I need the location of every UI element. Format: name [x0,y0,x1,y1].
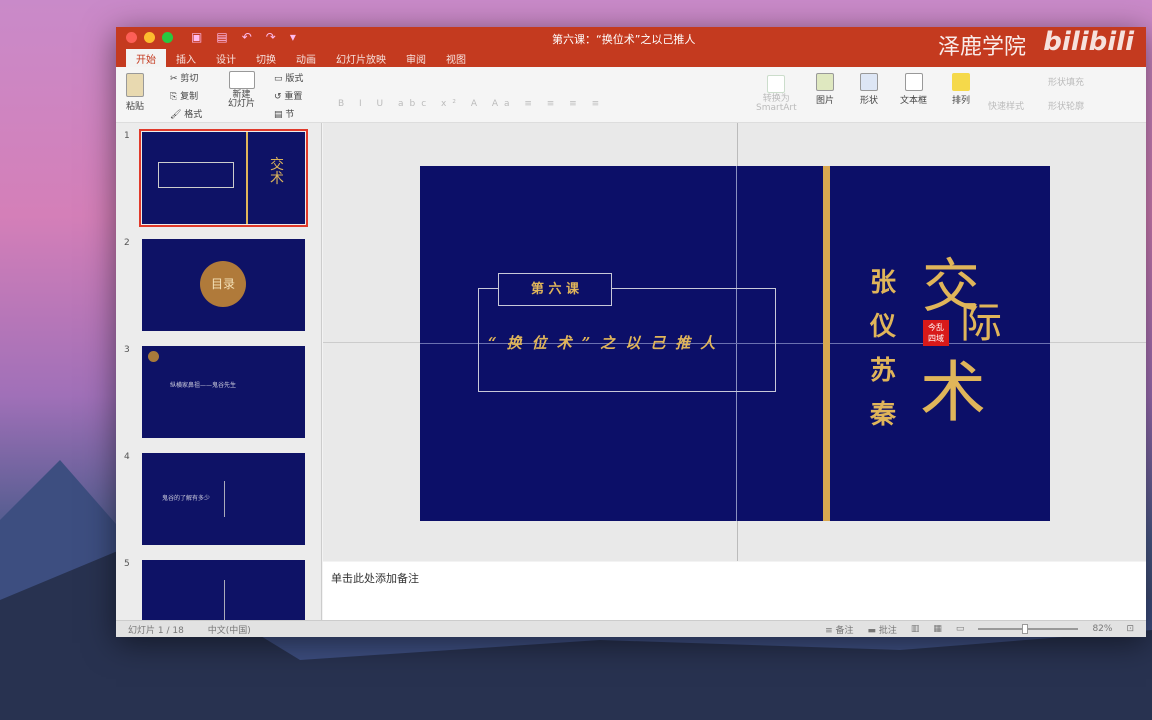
copy-button[interactable]: ⎘ 复制 [170,89,198,102]
sidebar-toggle-icon[interactable]: ▣ [191,30,202,44]
watermark-brand: 泽鹿学院 [937,35,1026,60]
comments-toggle[interactable]: ▬ 批注 [868,623,897,636]
name-char: 张 [870,268,897,298]
section-button[interactable]: ▤ 节 [274,107,294,120]
zoom-level[interactable]: 82% [1092,624,1112,634]
quick-styles-button[interactable]: 快速样式 [988,99,1024,112]
slide-number: 2 [124,238,130,248]
shape-fill-button[interactable]: 形状填充 [1048,75,1084,88]
minimize-button[interactable] [144,32,155,43]
picture-icon [816,73,834,91]
textbox-icon [904,73,923,91]
slide-thumbnails-pane[interactable]: 1 交术 2 目录 3 纵横家鼻祖——鬼谷先生 4 鬼谷的了解有多少 5 [116,123,322,620]
redo-icon[interactable]: ↷ [266,30,276,44]
slide-thumbnail-3[interactable]: 纵横家鼻祖——鬼谷先生 [142,346,305,438]
fit-window-icon[interactable]: ⊡ [1126,624,1134,634]
gold-divider [823,166,830,521]
normal-view-icon[interactable]: ▥ [911,624,920,634]
zoom-button[interactable] [162,32,173,43]
slide-number: 3 [124,345,130,355]
slideshow-icon[interactable]: ▭ [956,624,965,634]
slide-number: 5 [124,559,130,569]
name-char: 秦 [870,400,897,430]
font-format-controls[interactable]: B I U abc x² A Aa ≡ ≡ ≡ ≡ [338,99,605,109]
smartart-button[interactable]: 转换为 SmartArt [756,75,797,113]
smartart-icon [767,75,786,93]
tab-view[interactable]: 视图 [436,49,476,67]
language-indicator[interactable]: 中文(中国) [208,623,251,636]
title-char-ji[interactable]: 际 [960,298,1002,348]
watermark-logo: bilibili [1043,27,1134,57]
tab-insert[interactable]: 插入 [166,49,206,67]
close-button[interactable] [126,32,137,43]
shape-icon [860,73,878,91]
name-char: 仪 [870,312,897,342]
red-seal: 今乱 四域 [923,320,949,346]
title-char-shu[interactable]: 术 [920,358,986,428]
status-bar: 幻灯片 1 / 18 中文(中国) ≡ 备注 ▬ 批注 ▥ ▦ ▭ 82% ⊡ [116,620,1146,637]
powerpoint-window: ▣ ▤ ↶ ↷ ▾ 第六课：“换位术”之以己推人 泽鹿学院 bilibili 开始 插入… [116,27,1146,637]
slide-subtitle[interactable]: “换位术”之以己推人 [488,332,725,353]
tab-animations[interactable]: 动画 [286,49,326,67]
arrange-button[interactable]: 排列 [952,73,970,106]
paste-button[interactable]: 粘贴 [126,73,144,112]
picture-button[interactable]: 图片 [816,73,834,106]
tab-transitions[interactable]: 切换 [246,49,286,67]
thumbnail-text: 纵横家鼻祖——鬼谷先生 [170,382,237,389]
format-painter-button[interactable]: 🖌 格式 [170,107,202,120]
document-title: 第六课：“换位术”之以己推人 [552,33,696,46]
slide-editor[interactable]: 第 六 课 “换位术”之以己推人 张仪苏秦 交 际 术 今乱 四域 [323,123,1146,561]
slide-thumbnail-4[interactable]: 鬼谷的了解有多少 [142,453,305,545]
save-icon[interactable]: ▤ [216,30,227,44]
clipboard-icon [126,73,144,97]
new-slide-icon [228,71,255,89]
contents-badge: 目录 [200,261,246,307]
slide-count: 幻灯片 1 / 18 [128,625,184,636]
tab-slideshow[interactable]: 幻灯片放映 [326,49,396,67]
textbox-button[interactable]: 文本框 [900,73,927,106]
reset-button[interactable]: ↺ 重置 [274,89,302,102]
current-slide[interactable]: 第 六 课 “换位术”之以己推人 张仪苏秦 交 际 术 今乱 四域 [420,166,1050,521]
undo-icon[interactable]: ↶ [242,30,252,44]
tab-design[interactable]: 设计 [206,49,246,67]
notes-input[interactable]: 单击此处添加备注 [323,562,1146,620]
shape-outline-button[interactable]: 形状轮廓 [1048,99,1084,112]
slide-thumbnail-5[interactable] [142,560,305,620]
tab-review[interactable]: 审阅 [396,49,436,67]
ribbon: 粘贴 ✂ 剪切 ⎘ 复制 🖌 格式 新建 幻灯片 ▭ 版式 ↺ 重置 ▤ 节 B… [116,67,1146,123]
lesson-label[interactable]: 第 六 课 [498,273,612,306]
shape-button[interactable]: 形状 [860,73,878,106]
title-bar: ▣ ▤ ↶ ↷ ▾ 第六课：“换位术”之以己推人 泽鹿学院 bilibili [116,27,1146,60]
thumbnail-text: 鬼谷的了解有多少 [162,495,211,502]
cut-button[interactable]: ✂ 剪切 [170,71,198,84]
slide-thumbnail-2[interactable]: 目录 [142,239,305,331]
slide-number: 1 [124,131,130,141]
new-slide-button[interactable]: 新建 幻灯片 [228,71,255,109]
layout-button[interactable]: ▭ 版式 [274,71,303,84]
zoom-slider[interactable] [978,624,1079,634]
slide-number: 4 [124,452,130,462]
notes-toggle[interactable]: ≡ 备注 [825,623,853,636]
slide-thumbnail-1[interactable]: 交术 [139,129,308,227]
name-char: 苏 [870,356,897,386]
customize-icon[interactable]: ▾ [290,30,296,44]
tab-home[interactable]: 开始 [126,49,166,67]
arrange-icon [952,73,970,91]
names-vertical[interactable]: 张仪苏秦 [870,261,900,437]
slide-sorter-icon[interactable]: ▦ [933,624,942,634]
